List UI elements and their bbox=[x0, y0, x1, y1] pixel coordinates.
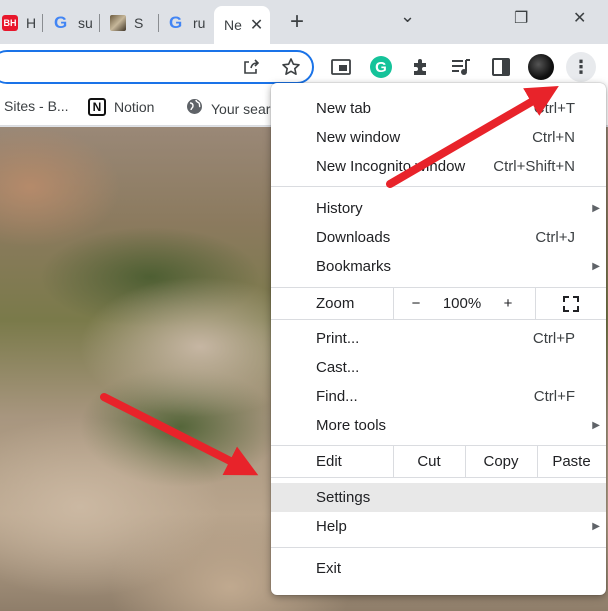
image-favicon-icon bbox=[110, 15, 126, 31]
share-icon[interactable] bbox=[240, 56, 262, 78]
submenu-arrow-icon: ▶ bbox=[592, 203, 600, 214]
menu-item-help[interactable]: Help ▶ bbox=[271, 512, 606, 541]
bookmark-label: Notion bbox=[114, 99, 155, 115]
edit-label: Edit bbox=[316, 453, 342, 470]
picture-in-picture-icon[interactable] bbox=[330, 56, 352, 78]
tab-strip: BH H G su S G ru Ne ✕ + ⌄ ❐ ✕ bbox=[0, 0, 608, 44]
tab-1[interactable]: BH H bbox=[0, 8, 36, 38]
close-tab-icon[interactable]: ✕ bbox=[250, 15, 263, 35]
zoom-divider bbox=[393, 288, 394, 319]
submenu-arrow-icon: ▶ bbox=[592, 420, 600, 431]
copy-button[interactable]: Copy bbox=[465, 446, 537, 477]
tab-3-label: S bbox=[134, 15, 144, 31]
tab-active-label: Ne bbox=[224, 17, 242, 33]
tab-search-chevron-down-icon[interactable]: ⌄ bbox=[400, 6, 415, 27]
globe-icon bbox=[186, 98, 203, 120]
zoom-label: Zoom bbox=[316, 295, 355, 312]
menu-separator bbox=[271, 477, 606, 478]
extensions-puzzle-icon[interactable] bbox=[410, 56, 432, 78]
tab-separator bbox=[42, 14, 43, 32]
bookmark-label: Your sear bbox=[211, 101, 271, 117]
bookmark-star-icon[interactable] bbox=[280, 56, 302, 78]
bookmark-label: Sites - B... bbox=[4, 98, 69, 114]
menu-separator bbox=[271, 319, 606, 320]
tab-2[interactable]: G su bbox=[48, 8, 93, 38]
toolbar: G ⋮ bbox=[0, 44, 608, 88]
bookmark-sites[interactable]: Sites - B... bbox=[4, 98, 69, 114]
tab-3[interactable]: S bbox=[104, 8, 143, 38]
cut-button[interactable]: Cut bbox=[393, 446, 465, 477]
profile-avatar[interactable] bbox=[528, 54, 554, 80]
chrome-menu-kebab-icon[interactable]: ⋮ bbox=[566, 52, 596, 82]
notion-icon: N bbox=[88, 98, 106, 116]
bh-favicon-icon: BH bbox=[2, 15, 18, 31]
restore-window-icon[interactable]: ❐ bbox=[514, 8, 528, 28]
menu-separator bbox=[271, 547, 606, 548]
fullscreen-button[interactable] bbox=[556, 288, 586, 319]
menu-item-cast[interactable]: Cast... bbox=[271, 353, 606, 382]
submenu-arrow-icon: ▶ bbox=[592, 261, 600, 272]
menu-item-downloads[interactable]: Downloads Ctrl+J bbox=[271, 223, 606, 252]
menu-item-new-incognito-window[interactable]: New Incognito window Ctrl+Shift+N bbox=[271, 152, 606, 181]
side-panel-icon[interactable] bbox=[490, 56, 512, 78]
fullscreen-icon bbox=[563, 295, 579, 312]
menu-item-exit[interactable]: Exit bbox=[271, 554, 606, 583]
tab-separator bbox=[99, 14, 100, 32]
menu-item-history[interactable]: History ▶ bbox=[271, 194, 606, 223]
new-tab-button[interactable]: + bbox=[290, 10, 304, 34]
google-favicon-icon: G bbox=[54, 13, 68, 32]
menu-item-new-tab[interactable]: New tab Ctrl+T bbox=[271, 94, 606, 123]
tab-separator bbox=[158, 14, 159, 32]
tab-active[interactable]: Ne ✕ bbox=[214, 6, 270, 44]
tab-2-label: su bbox=[78, 15, 93, 31]
bookmark-notion[interactable]: N Notion bbox=[88, 98, 154, 116]
media-playlist-icon[interactable] bbox=[450, 56, 472, 78]
menu-item-bookmarks[interactable]: Bookmarks ▶ bbox=[271, 252, 606, 281]
menu-item-new-window[interactable]: New window Ctrl+N bbox=[271, 123, 606, 152]
submenu-arrow-icon: ▶ bbox=[592, 521, 600, 532]
zoom-level: 100% bbox=[442, 295, 482, 312]
tab-1-label: H bbox=[26, 15, 37, 31]
chrome-main-menu: New tab Ctrl+T New window Ctrl+N New Inc… bbox=[271, 83, 606, 595]
address-bar[interactable] bbox=[0, 50, 314, 84]
bookmark-search[interactable]: Your sear bbox=[186, 98, 270, 120]
close-window-icon[interactable]: ✕ bbox=[573, 8, 586, 28]
google-favicon-icon: G bbox=[169, 13, 183, 32]
zoom-divider bbox=[535, 288, 536, 319]
zoom-out-button[interactable]: − bbox=[401, 288, 431, 319]
menu-item-find[interactable]: Find... Ctrl+F bbox=[271, 382, 606, 411]
menu-separator bbox=[271, 186, 606, 187]
grammarly-extension-icon[interactable]: G bbox=[370, 56, 392, 78]
tab-4[interactable]: G ru bbox=[163, 8, 205, 38]
menu-item-more-tools[interactable]: More tools ▶ bbox=[271, 411, 606, 440]
paste-button[interactable]: Paste bbox=[537, 446, 606, 477]
tab-4-label: ru bbox=[193, 15, 206, 31]
zoom-in-button[interactable]: + bbox=[493, 288, 523, 319]
menu-item-print[interactable]: Print... Ctrl+P bbox=[271, 324, 606, 353]
menu-item-settings[interactable]: Settings bbox=[271, 483, 606, 512]
